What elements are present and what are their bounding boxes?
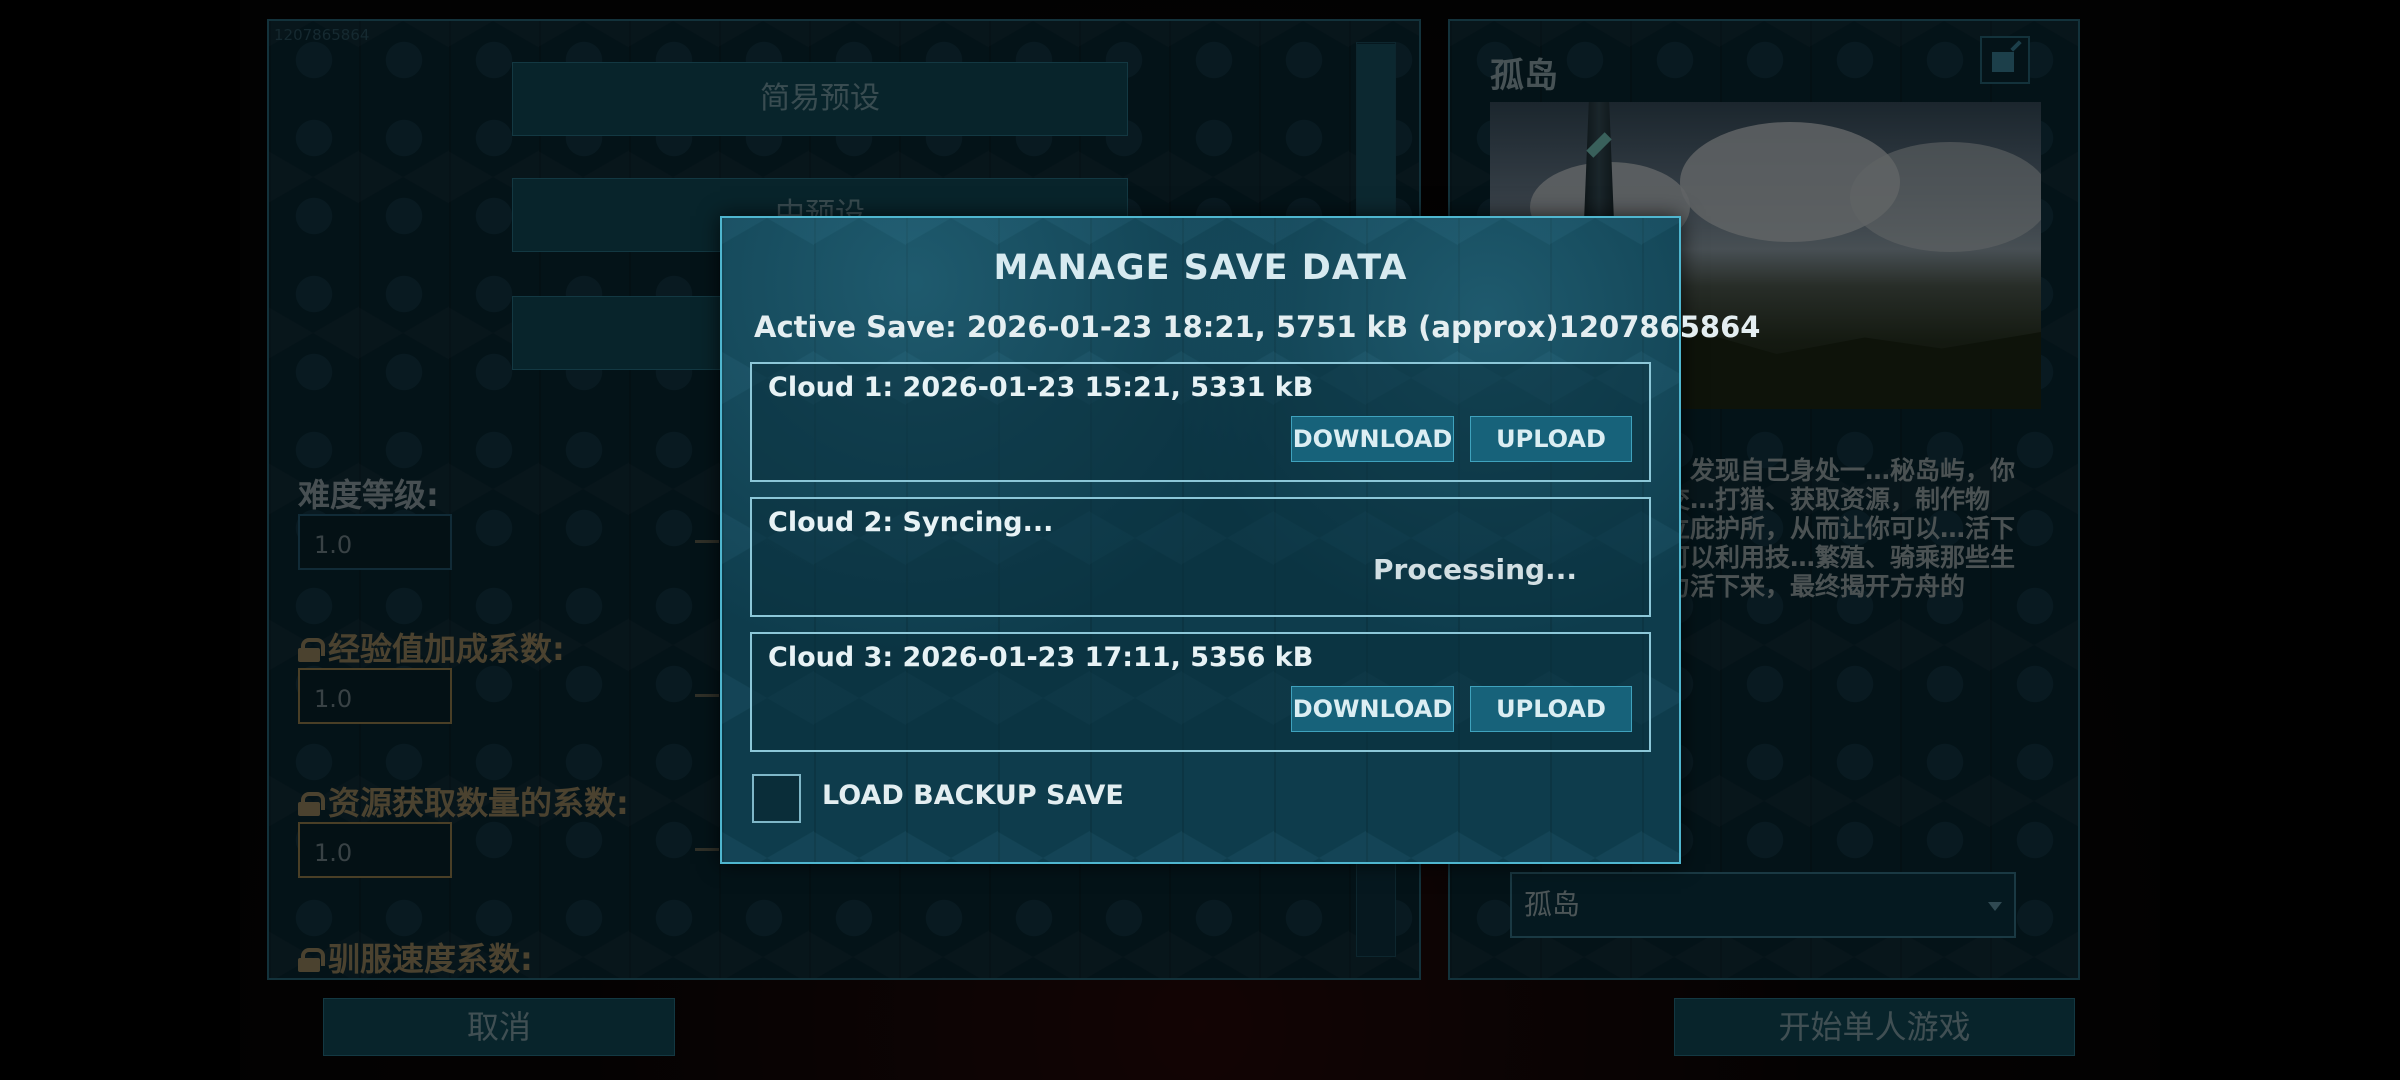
lock-icon [298,638,325,662]
preset-easy-button[interactable]: 简易预设 [512,62,1128,136]
difficulty-input[interactable]: 1.0 [298,514,452,570]
upload-button[interactable]: UPLOAD [1470,686,1632,732]
dialog-title: MANAGE SAVE DATA [993,248,1408,288]
harvest-multiplier-slider[interactable] [695,848,719,851]
xp-multiplier-label: 经验值加成系数: [298,624,565,670]
xp-multiplier-slider[interactable] [695,694,719,697]
upload-button[interactable]: UPLOAD [1470,416,1632,462]
taming-speed-label: 驯服速度系数: [298,934,533,976]
processing-status: Processing... [1373,553,1577,586]
cloud-slot-label: Cloud 2: Syncing... [768,507,1054,538]
cancel-button[interactable]: 取消 [323,998,675,1056]
xp-multiplier-input[interactable]: 1.0 [298,668,452,724]
load-backup-label: LOAD BACKUP SAVE [822,780,1124,811]
harvest-multiplier-input[interactable]: 1.0 [298,822,452,878]
map-title: 孤岛 [1490,56,1558,96]
cloud-slot-3: Cloud 3: 2026-01-23 17:11, 5356 kB DOWNL… [750,632,1651,752]
harvest-multiplier-label: 资源获取数量的系数: [298,778,629,824]
corner-id-text: 1207865864 [274,26,370,44]
cloud-slot-label: Cloud 1: 2026-01-23 15:21, 5331 kB [768,372,1314,403]
cloud-slot-label: Cloud 3: 2026-01-23 17:11, 5356 kB [768,642,1314,673]
difficulty-label: 难度等级: [298,476,439,514]
manage-save-dialog: MANAGE SAVE DATA Active Save: 2026-01-23… [720,216,1761,864]
lock-icon [298,948,325,972]
cloud-slot-1: Cloud 1: 2026-01-23 15:21, 5331 kB DOWNL… [750,362,1651,482]
download-button[interactable]: DOWNLOAD [1291,416,1454,462]
chevron-down-icon [1988,902,2002,911]
map-select-dropdown[interactable]: 孤岛 [1510,872,2016,938]
difficulty-slider[interactable] [695,540,719,543]
start-single-player-button[interactable]: 开始单人游戏 [1674,998,2075,1056]
fullscreen-map-icon[interactable] [1980,36,2030,84]
lock-icon [298,792,325,816]
cloud-slot-2: Cloud 2: Syncing... Processing... [750,497,1651,617]
load-backup-checkbox[interactable] [752,774,801,823]
active-save-text: Active Save: 2026-01-23 18:21, 5751 kB (… [754,310,1761,344]
download-button[interactable]: DOWNLOAD [1291,686,1454,732]
